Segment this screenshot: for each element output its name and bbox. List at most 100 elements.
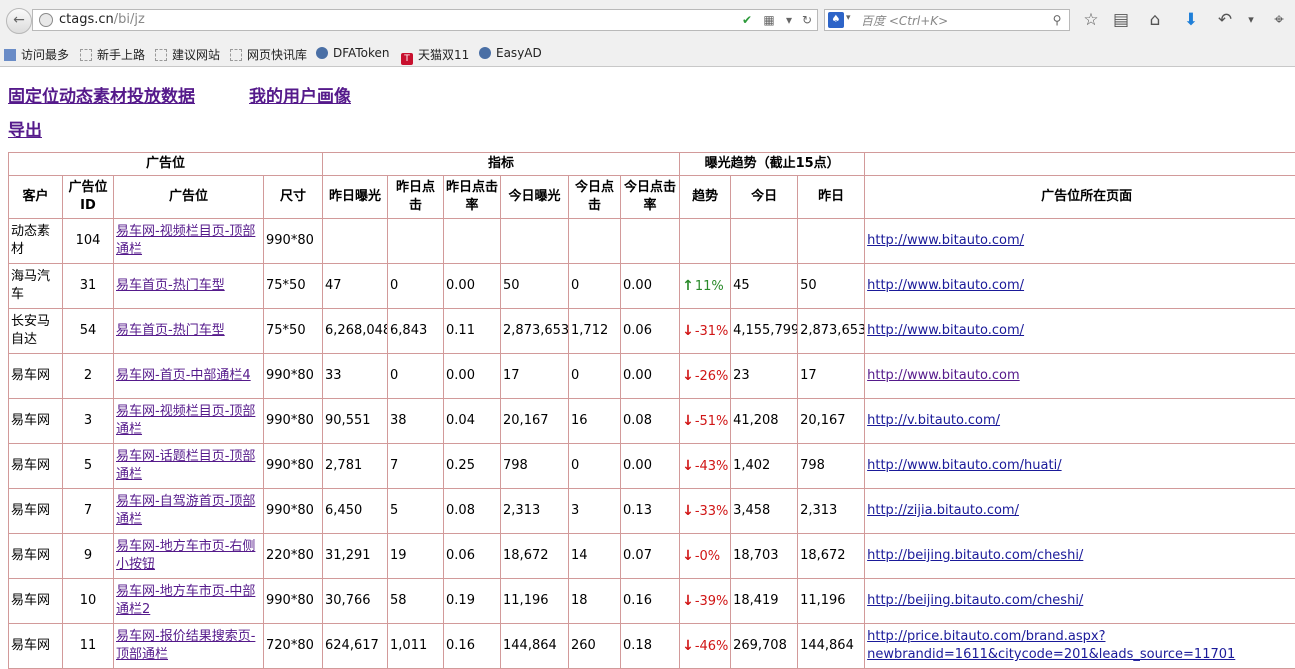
client-cell: 易车网 <box>9 354 63 399</box>
group-header-position: 广告位 <box>9 153 323 176</box>
y-clk-cell: 0 <box>388 264 444 309</box>
star-icon[interactable]: ☆ <box>1080 9 1102 31</box>
position-link[interactable]: 易车网-自驾游首页-顶部通栏 <box>116 494 255 527</box>
t-ctr-cell: 0.00 <box>621 444 680 489</box>
bookmark-page-icon <box>155 49 167 61</box>
yesterday-cell: 144,864 <box>798 624 865 669</box>
bookmark-page-icon <box>4 49 16 61</box>
page-url-link[interactable]: http://beijing.bitauto.com/cheshi/ <box>867 593 1083 608</box>
t-clk-cell: 18 <box>569 579 621 624</box>
y-ctr-cell: 0.11 <box>444 309 501 354</box>
today-cell: 23 <box>731 354 798 399</box>
y-imp-cell: 47 <box>323 264 388 309</box>
trend-cell: ↓-46% <box>680 624 731 669</box>
client-cell: 长安马自达 <box>9 309 63 354</box>
y-clk-cell: 19 <box>388 534 444 579</box>
position-link[interactable]: 易车网-首页-中部通栏4 <box>116 368 251 383</box>
page-url-link[interactable]: http://www.bitauto.com/ <box>867 278 1024 293</box>
column-header: 昨日曝光 <box>323 176 388 219</box>
y-ctr-cell: 0.00 <box>444 264 501 309</box>
page-url-link[interactable]: http://beijing.bitauto.com/cheshi/ <box>867 548 1083 563</box>
yesterday-cell: 18,672 <box>798 534 865 579</box>
today-cell: 4,155,799 <box>731 309 798 354</box>
yesterday-cell: 17 <box>798 354 865 399</box>
bookmark-easyad[interactable]: EasyAD <box>479 46 542 60</box>
column-header: 昨日 <box>798 176 865 219</box>
id-cell: 2 <box>63 354 114 399</box>
back-button[interactable]: ← <box>6 8 32 34</box>
position-link[interactable]: 易车网-报价结果搜索页-顶部通栏 <box>116 629 255 662</box>
position-link[interactable]: 易车首页-热门车型 <box>116 278 225 293</box>
bookmark-suggested-sites[interactable]: 建议网站 <box>155 46 220 63</box>
shield-icon[interactable]: ✔ <box>739 12 755 28</box>
page-url-link[interactable]: http://www.bitauto.com/ <box>867 233 1024 248</box>
page-url-link[interactable]: http://v.bitauto.com/ <box>867 413 1000 428</box>
page-url-link[interactable]: http://zijia.bitauto.com/ <box>867 503 1019 518</box>
chevron-down-icon[interactable]: ▾ <box>1240 9 1262 31</box>
position-cell: 易车网-话题栏目页-顶部通栏 <box>114 444 264 489</box>
search-icon[interactable]: ⚲ <box>1049 12 1065 28</box>
search-engine-icon[interactable]: ♠ <box>828 12 844 28</box>
url-text[interactable]: ctags.cn/bi/jz <box>59 12 145 27</box>
position-cell: 易车网-地方车市页-右侧小按钮 <box>114 534 264 579</box>
page-url-link[interactable]: http://price.bitauto.com/brand.aspx?newb… <box>867 629 1235 662</box>
client-cell: 海马汽车 <box>9 264 63 309</box>
client-cell: 易车网 <box>9 489 63 534</box>
bookmark-getting-started[interactable]: 新手上路 <box>80 46 145 63</box>
yesterday-cell: 50 <box>798 264 865 309</box>
trend-value: -0% <box>695 549 720 564</box>
trend-cell: ↓-31% <box>680 309 731 354</box>
page-url-link[interactable]: http://www.bitauto.com <box>867 368 1020 383</box>
t-imp-cell: 18,672 <box>501 534 569 579</box>
t-ctr-cell: 0.06 <box>621 309 680 354</box>
bookmark-web-slice[interactable]: 网页快讯库 <box>230 46 307 63</box>
group-header-empty <box>865 153 1295 176</box>
reload-icon[interactable]: ↻ <box>799 12 815 28</box>
today-cell: 45 <box>731 264 798 309</box>
undo-icon[interactable]: ↶ <box>1214 9 1236 31</box>
position-link[interactable]: 易车网-视频栏目页-顶部通栏 <box>116 224 255 257</box>
address-bar[interactable]: ctags.cn/bi/jz ✔ ▦ ▾ ↻ <box>32 9 818 31</box>
today-cell: 41,208 <box>731 399 798 444</box>
id-cell: 5 <box>63 444 114 489</box>
trend-value: -39% <box>695 594 729 609</box>
qr-code-icon[interactable]: ▦ <box>761 12 777 28</box>
browser-toolbar: ← ctags.cn/bi/jz ✔ ▦ ▾ ↻ ♠ ▾ ⚲ ☆ ▤ ⌂ ⬇ ↶… <box>0 0 1295 40</box>
home-icon[interactable]: ⌂ <box>1144 9 1166 31</box>
bookmark-dfatoken[interactable]: DFAToken <box>316 46 389 60</box>
t-imp-cell: 798 <box>501 444 569 489</box>
position-link[interactable]: 易车网-视频栏目页-顶部通栏 <box>116 404 255 437</box>
t-ctr-cell: 0.07 <box>621 534 680 579</box>
export-link[interactable]: 导出 <box>8 116 42 141</box>
page-url-cell: http://price.bitauto.com/brand.aspx?newb… <box>865 624 1295 669</box>
crop-icon[interactable]: ⌖ <box>1268 9 1290 31</box>
bookmark-most-visited[interactable]: 访问最多 <box>4 46 69 63</box>
fixed-position-data-link[interactable]: 固定位动态素材投放数据 <box>8 82 195 107</box>
trend-cell: ↓-0% <box>680 534 731 579</box>
download-icon[interactable]: ⬇ <box>1180 9 1202 31</box>
id-cell: 7 <box>63 489 114 534</box>
position-link[interactable]: 易车首页-热门车型 <box>116 323 225 338</box>
position-link[interactable]: 易车网-地方车市页-中部通栏2 <box>116 584 255 617</box>
position-link[interactable]: 易车网-话题栏目页-顶部通栏 <box>116 449 255 482</box>
page-url-link[interactable]: http://www.bitauto.com/ <box>867 323 1024 338</box>
t-ctr-cell: 0.00 <box>621 354 680 399</box>
reading-list-icon[interactable]: ▤ <box>1110 9 1132 31</box>
engine-dropdown-icon[interactable]: ▾ <box>846 13 851 23</box>
yesterday-cell: 798 <box>798 444 865 489</box>
user-profile-link[interactable]: 我的用户画像 <box>249 82 351 107</box>
position-link[interactable]: 易车网-地方车市页-右侧小按钮 <box>116 539 255 572</box>
globe-icon <box>479 47 491 59</box>
dropdown-icon[interactable]: ▾ <box>781 12 797 28</box>
search-bar[interactable]: ♠ ▾ ⚲ <box>824 9 1070 31</box>
yesterday-cell <box>798 219 865 264</box>
table-row: 易车网2易车网-首页-中部通栏4990*803300.001700.00↓-26… <box>9 354 1295 399</box>
size-cell: 720*80 <box>264 624 323 669</box>
search-input[interactable] <box>859 11 1043 31</box>
t-ctr-cell: 0.16 <box>621 579 680 624</box>
page-url-cell: http://zijia.bitauto.com/ <box>865 489 1295 534</box>
size-cell: 990*80 <box>264 444 323 489</box>
bookmark-tmall[interactable]: T天猫双11 <box>401 46 469 65</box>
position-cell: 易车网-视频栏目页-顶部通栏 <box>114 399 264 444</box>
page-url-link[interactable]: http://www.bitauto.com/huati/ <box>867 458 1061 473</box>
